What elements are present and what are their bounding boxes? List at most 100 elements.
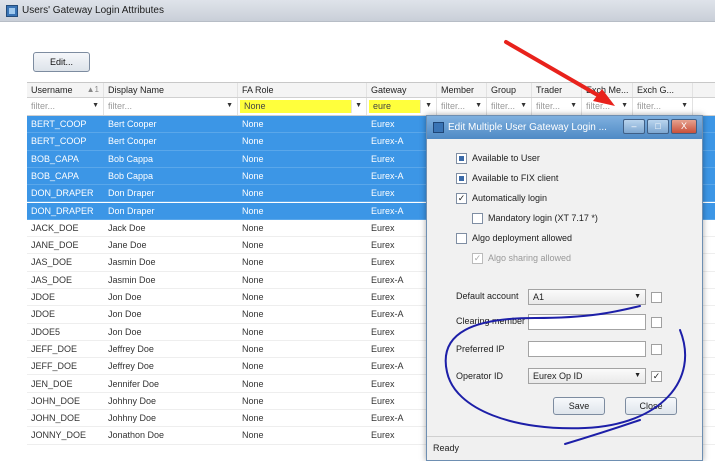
table-cell: Jasmin Doe — [108, 257, 156, 268]
chevron-down-icon: ▼ — [226, 102, 233, 109]
sort-indicator-icon: ▲1 — [86, 85, 99, 94]
operator-id-select[interactable]: Eurex Op ID ▼ — [528, 368, 646, 384]
column-header-exch-group[interactable]: Exch G... — [633, 83, 693, 97]
table-cell: Bob Cappa — [108, 170, 154, 181]
preferred-ip-input[interactable] — [528, 341, 646, 357]
column-header-display-name[interactable]: Display Name — [104, 83, 238, 97]
column-header-member[interactable]: Member — [437, 83, 487, 97]
column-header-trader[interactable]: Trader — [532, 83, 582, 97]
grid-header: Username ▲1 Display Name FA Role Gateway … — [27, 82, 715, 98]
table-cell: None — [242, 119, 264, 129]
filter-group[interactable]: filter... ▼ — [487, 98, 532, 115]
filter-fa-role[interactable]: None ▼ — [238, 98, 367, 115]
table-cell: Jasmin Doe — [108, 274, 156, 285]
mandatory-login-option[interactable]: Mandatory login (XT 7.17 *) — [472, 212, 598, 226]
minimize-button[interactable]: – — [623, 119, 645, 134]
filter-fa-role-value: None — [240, 100, 352, 113]
window-titlebar: Users' Gateway Login Attributes — [0, 0, 715, 22]
table-cell: Jeffrey Doe — [108, 343, 154, 354]
save-button[interactable]: Save — [553, 397, 605, 415]
filter-exch-group[interactable]: filter... ▼ — [633, 98, 693, 115]
checkbox-empty-icon[interactable] — [472, 213, 483, 225]
table-cell: BERT_COOP — [31, 119, 87, 129]
filter-exch-member[interactable]: filter... ▼ — [582, 98, 633, 115]
table-cell: Bert Cooper — [108, 136, 157, 147]
table-cell: JAS_DOE — [31, 274, 73, 285]
filter-gateway[interactable]: eure ▼ — [367, 98, 437, 115]
filter-member[interactable]: filter... ▼ — [437, 98, 487, 115]
table-cell: Jeffrey Doe — [108, 361, 154, 372]
chevron-down-icon: ▼ — [92, 102, 99, 109]
clearing-member-checkbox[interactable] — [651, 317, 662, 328]
filter-gateway-value: eure — [369, 100, 421, 113]
maximize-button[interactable]: □ — [647, 119, 669, 134]
algo-sharing-label: Algo sharing allowed — [488, 253, 572, 263]
table-cell: Johhny Doe — [108, 395, 157, 406]
checkbox-empty-icon[interactable] — [456, 233, 467, 245]
preferred-ip-checkbox[interactable] — [651, 344, 662, 355]
checkmark-icon: ✓ — [472, 253, 483, 265]
close-button[interactable]: Close — [625, 397, 677, 415]
dialog-titlebar[interactable]: Edit Multiple User Gateway Login ... – □… — [427, 116, 702, 139]
window-title: Users' Gateway Login Attributes — [22, 5, 164, 16]
table-cell: JEFF_DOE — [31, 361, 78, 372]
checkmark-icon[interactable]: ✓ — [651, 371, 662, 382]
filter-display-name[interactable]: filter... ▼ — [104, 98, 238, 115]
algo-deployment-option[interactable]: Algo deployment allowed — [456, 232, 572, 246]
table-cell: None — [242, 205, 264, 216]
chevron-down-icon: ▼ — [634, 293, 641, 300]
automatically-login-label: Automatically login — [472, 193, 548, 203]
available-to-fix-label: Available to FIX client — [472, 173, 559, 183]
column-header-exch-member[interactable]: Exch Me... — [582, 83, 633, 97]
table-cell: None — [242, 188, 264, 199]
dialog-app-icon — [433, 122, 444, 133]
table-cell: None — [242, 326, 264, 337]
available-to-fix-option[interactable]: Available to FIX client — [456, 172, 558, 186]
filter-row: filter... ▼ filter... ▼ None ▼ eure ▼ filt… — [27, 98, 715, 116]
table-cell: JACK_DOE — [31, 222, 79, 233]
table-cell: None — [242, 430, 264, 441]
table-cell: Jonathon Doe — [108, 430, 165, 441]
default-account-select[interactable]: A1 ▼ — [528, 289, 646, 305]
table-cell: Jon Doe — [108, 292, 142, 302]
table-cell: JEFF_DOE — [31, 343, 78, 354]
table-cell: None — [242, 240, 264, 251]
column-header-username[interactable]: Username ▲1 — [27, 83, 104, 97]
column-header-gateway[interactable]: Gateway — [367, 83, 437, 97]
table-cell: JDOE — [31, 292, 56, 302]
checkbox-indeterminate-icon[interactable] — [456, 173, 467, 185]
checkmark-icon[interactable]: ✓ — [456, 193, 467, 205]
chevron-down-icon: ▼ — [520, 102, 527, 109]
chevron-down-icon: ▼ — [621, 102, 628, 109]
edit-multiple-dialog: Edit Multiple User Gateway Login ... – □… — [426, 115, 703, 461]
toolbar: Edit... — [0, 22, 715, 82]
default-account-checkbox[interactable] — [651, 292, 662, 303]
close-window-button[interactable]: X — [671, 119, 697, 134]
checkbox-indeterminate-icon[interactable] — [456, 153, 467, 165]
table-cell: JAS_DOE — [31, 257, 73, 268]
app-icon — [6, 5, 18, 17]
preferred-ip-label: Preferred IP — [456, 344, 505, 354]
column-header-fa-role[interactable]: FA Role — [238, 83, 367, 97]
table-cell: JOHN_DOE — [31, 413, 81, 424]
mandatory-login-label: Mandatory login (XT 7.17 *) — [488, 213, 598, 223]
table-cell: Jon Doe — [108, 326, 142, 337]
table-cell: None — [242, 274, 264, 285]
chevron-down-icon: ▼ — [634, 372, 641, 379]
available-to-user-option[interactable]: Available to User — [456, 152, 540, 166]
filter-trader[interactable]: filter... ▼ — [532, 98, 582, 115]
table-cell: None — [242, 413, 264, 424]
table-cell: None — [242, 170, 264, 181]
table-cell: DON_DRAPER — [31, 205, 94, 216]
filter-username[interactable]: filter... ▼ — [27, 98, 104, 115]
algo-deployment-label: Algo deployment allowed — [472, 233, 573, 243]
table-cell: BERT_COOP — [31, 136, 87, 147]
table-cell: JDOE5 — [31, 326, 61, 337]
table-cell: None — [242, 378, 264, 389]
table-cell: Don Draper — [108, 205, 155, 216]
edit-button[interactable]: Edit... — [33, 52, 90, 72]
status-text: Ready — [433, 443, 460, 453]
clearing-member-input[interactable] — [528, 314, 646, 330]
automatically-login-option[interactable]: ✓ Automatically login — [456, 192, 547, 206]
column-header-group[interactable]: Group — [487, 83, 532, 97]
